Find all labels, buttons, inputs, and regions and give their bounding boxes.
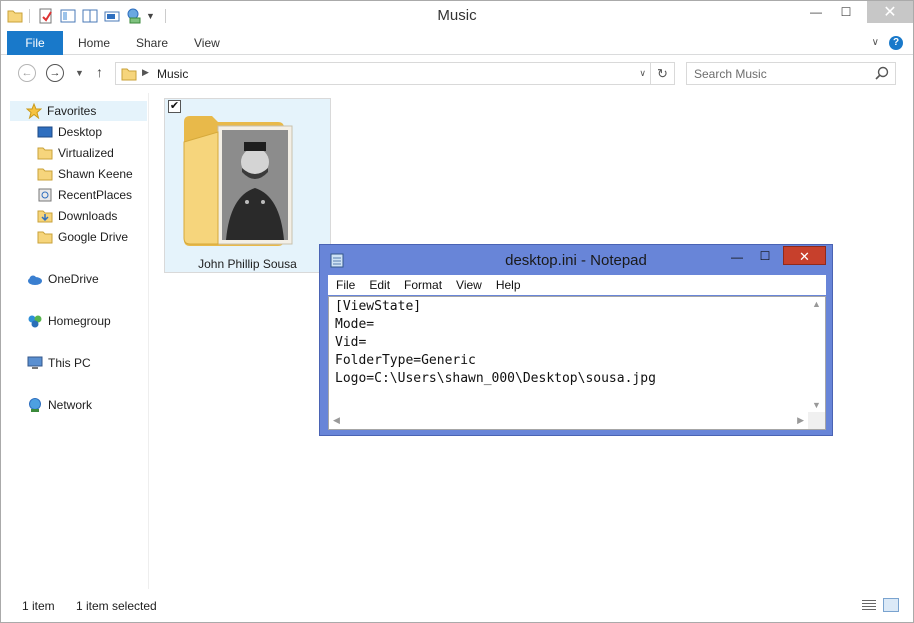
breadcrumb-separator-icon[interactable]: ▶: [142, 67, 149, 78]
nav-label: OneDrive: [48, 272, 99, 286]
search-icon[interactable]: [875, 66, 889, 80]
homegroup-icon: [27, 313, 43, 329]
notepad-close-button[interactable]: ✕: [783, 246, 826, 265]
search-input[interactable]: [687, 63, 867, 84]
menu-help[interactable]: Help: [488, 278, 527, 292]
nav-item-google-drive[interactable]: Google Drive: [1, 227, 128, 247]
back-arrow-icon[interactable]: ←: [18, 64, 36, 82]
resize-grip[interactable]: [808, 412, 825, 429]
nav-label: Google Drive: [58, 230, 129, 244]
notepad-window: desktop.ini - Notepad — ☐ ✕ File Edit Fo…: [319, 244, 833, 436]
nav-item-downloads[interactable]: Downloads: [1, 206, 117, 226]
network-icon: [27, 397, 43, 413]
computer-icon: [27, 355, 43, 371]
nav-item-recent-places[interactable]: RecentPlaces: [1, 185, 132, 205]
folder-thumbnail-icon: [183, 116, 293, 246]
notepad-text[interactable]: [ViewState] Mode= Vid= FolderType=Generic Lo…: [335, 298, 656, 388]
notepad-maximize-button[interactable]: ☐: [752, 247, 778, 267]
recent-places-icon: [37, 187, 53, 203]
tab-view[interactable]: View: [194, 31, 220, 55]
cloud-icon: [27, 271, 43, 287]
nav-item-shawn-keene[interactable]: Shawn Keene: [1, 164, 133, 184]
nav-label: RecentPlaces: [58, 188, 133, 202]
tab-share[interactable]: Share: [136, 31, 168, 55]
menu-edit[interactable]: Edit: [361, 278, 396, 292]
nav-label: This PC: [48, 356, 91, 370]
folder-icon: [37, 166, 53, 182]
folder-icon: [37, 145, 53, 161]
nav-label: Desktop: [58, 125, 103, 139]
explorer-titlebar: ▼ Music — ☐ ✕: [1, 1, 913, 31]
window-title: Music: [437, 7, 477, 24]
text-line: Vid=: [335, 335, 367, 350]
large-icons-view-icon[interactable]: [883, 598, 899, 612]
notepad-minimize-button[interactable]: —: [724, 247, 750, 267]
minimize-button[interactable]: —: [801, 1, 831, 23]
downloads-icon: [37, 208, 53, 224]
expand-ribbon-chevron-icon[interactable]: ∨: [872, 37, 879, 48]
menu-file[interactable]: File: [328, 278, 361, 292]
nav-favorites[interactable]: Favorites: [10, 101, 147, 121]
notepad-text-area[interactable]: [ViewState] Mode= Vid= FolderType=Generic Lo…: [328, 296, 826, 430]
navigation-bar: ← → ▼ ↑ ▶ Music ∨ ↻: [1, 56, 913, 90]
nav-item-desktop[interactable]: Desktop: [1, 122, 102, 142]
folder-label: John Phillip Sousa: [198, 257, 297, 271]
address-history-chevron-icon[interactable]: ∨: [639, 68, 646, 79]
nav-label: Downloads: [58, 209, 118, 223]
scroll-left-icon[interactable]: ◀: [333, 415, 340, 426]
nav-item-virtualized[interactable]: Virtualized: [1, 143, 114, 163]
recent-locations-chevron-icon[interactable]: ▼: [75, 68, 84, 78]
nav-label: Homegroup: [48, 314, 111, 328]
help-icon[interactable]: ?: [889, 36, 903, 50]
menu-format[interactable]: Format: [396, 278, 448, 292]
notepad-titlebar: desktop.ini - Notepad — ☐ ✕: [320, 245, 832, 275]
selection-count: 1 item selected: [76, 599, 157, 613]
folder-icon: [121, 66, 137, 84]
nav-item-homegroup[interactable]: Homegroup: [27, 311, 111, 331]
nav-item-network[interactable]: Network: [27, 395, 92, 415]
desktop-icon: [37, 124, 53, 140]
star-icon: [25, 102, 43, 120]
status-bar: 1 item 1 item selected: [1, 591, 913, 621]
scroll-up-icon[interactable]: ▲: [812, 299, 821, 309]
close-button[interactable]: ✕: [867, 1, 913, 23]
tab-home[interactable]: Home: [78, 31, 110, 55]
forward-arrow-icon[interactable]: →: [46, 64, 64, 82]
nav-label: Favorites: [47, 104, 97, 118]
selection-checkbox[interactable]: ✔: [168, 100, 181, 113]
address-bar[interactable]: ▶ Music ∨ ↻: [115, 62, 675, 85]
refresh-icon[interactable]: ↻: [650, 63, 674, 84]
up-arrow-icon[interactable]: ↑: [96, 64, 103, 80]
text-line: Logo=C:\Users\shawn_000\Desktop\sousa.jp…: [335, 371, 656, 386]
maximize-button[interactable]: ☐: [831, 1, 861, 23]
text-line: [ViewState]: [335, 299, 422, 314]
text-line: FolderType=Generic: [335, 353, 476, 368]
vertical-scrollbar[interactable]: ▲ ▼: [808, 297, 825, 412]
menu-view[interactable]: View: [448, 278, 488, 292]
notepad-menubar: File Edit Format View Help: [328, 275, 826, 295]
text-line: Mode=: [335, 317, 375, 332]
folder-icon: [37, 229, 53, 245]
item-count: 1 item: [22, 599, 55, 613]
search-box: [686, 62, 896, 85]
nav-label: Shawn Keene: [58, 167, 133, 181]
nav-label: Virtualized: [58, 146, 114, 160]
tab-file[interactable]: File: [7, 31, 63, 55]
nav-item-onedrive[interactable]: OneDrive: [27, 269, 99, 289]
folder-item[interactable]: ✔ John Phillip Sousa: [164, 98, 331, 273]
breadcrumb-music[interactable]: Music: [157, 67, 188, 81]
navigation-pane: Favorites Desktop Virtualized Shawn Keen…: [1, 93, 149, 589]
scroll-down-icon[interactable]: ▼: [812, 400, 821, 410]
scroll-right-icon[interactable]: ▶: [797, 415, 804, 426]
ribbon-tabs: File Home Share View ∨ ?: [1, 31, 913, 55]
horizontal-scrollbar[interactable]: ◀ ▶: [329, 412, 808, 429]
nav-label: Network: [48, 398, 93, 412]
nav-item-this-pc[interactable]: This PC: [27, 353, 91, 373]
details-view-icon[interactable]: [862, 599, 876, 611]
